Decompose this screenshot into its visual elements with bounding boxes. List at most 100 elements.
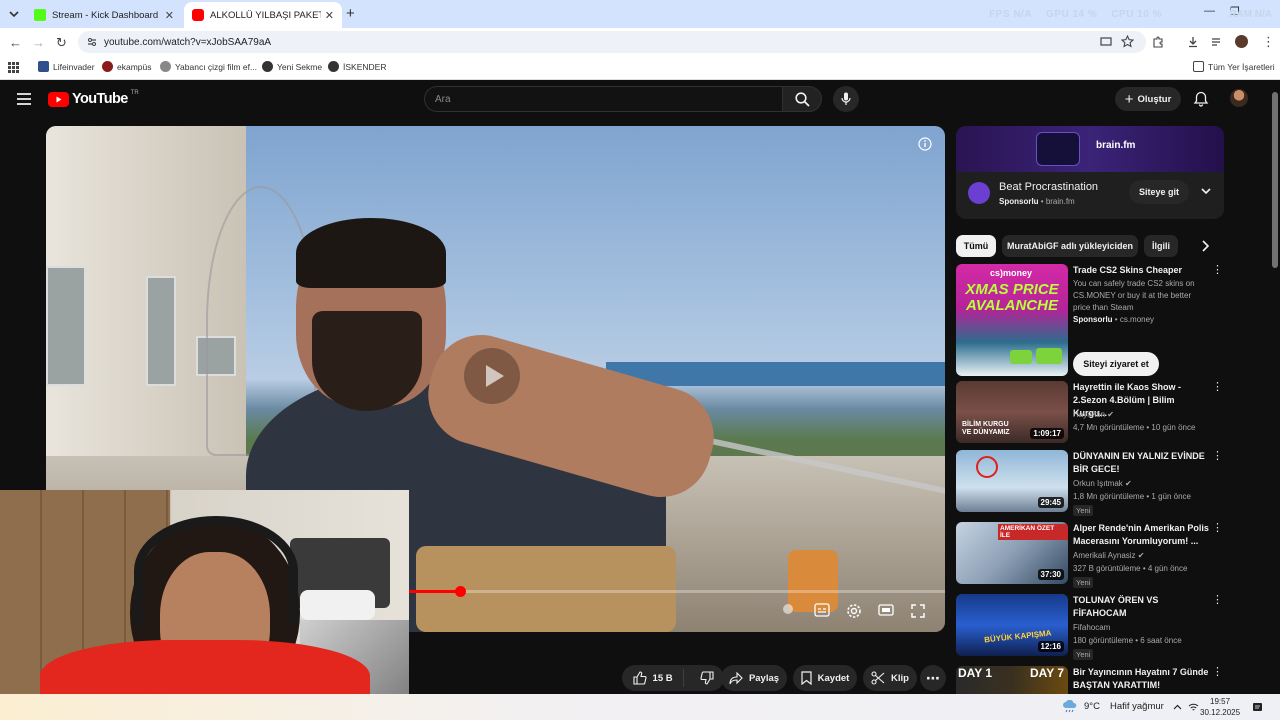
bookmark-ekampus[interactable]: ekampüs [102, 61, 152, 72]
profile-avatar-icon[interactable] [1235, 35, 1248, 48]
chip-related[interactable]: İlgili [1144, 235, 1178, 257]
chip-all[interactable]: Tümü [956, 235, 996, 257]
autoplay-toggle-icon[interactable] [782, 603, 794, 615]
video-frame-window [146, 276, 176, 386]
clock-date: 30.12.2025 [1200, 708, 1241, 717]
youtube-logo[interactable]: YouTube TR [48, 90, 139, 107]
theater-mode-icon[interactable] [878, 603, 894, 617]
more-options-icon[interactable]: ⋮ [1212, 382, 1223, 393]
video-title[interactable]: Trade CS2 Skins Cheaper [1073, 264, 1209, 277]
subtitles-icon[interactable] [814, 603, 830, 617]
bookmark-star-icon[interactable] [1121, 35, 1134, 48]
video-title[interactable]: TOLUNAY ÖREN VS FİFAHOCAM [1073, 594, 1209, 620]
new-badge: Yeni [1073, 577, 1094, 588]
ad-domain: brain.fm [1045, 197, 1075, 206]
video-thumbnail[interactable]: BÜYÜK KAPIŞMA 12:16 [956, 594, 1068, 656]
close-tab-icon[interactable]: ✕ [325, 9, 334, 22]
scrollbar-thumb[interactable] [1272, 92, 1278, 268]
more-options-icon[interactable]: ⋮ [1212, 451, 1223, 462]
video-thumbnail[interactable]: DAY 1 DAY 7 [956, 666, 1068, 694]
tray-chevron-icon[interactable] [1172, 702, 1183, 713]
channel-label: Amerikali Aynasiz [1073, 551, 1136, 560]
system-clock[interactable]: 19:57 30.12.2025 [1200, 696, 1240, 718]
notifications-bell-icon[interactable] [1193, 91, 1209, 107]
video-title[interactable]: Bir Yayıncının Hayatını 7 Günde BAŞTAN Y… [1073, 666, 1209, 692]
video-sponsor-line: Sponsorlu • cs.money [1073, 315, 1155, 324]
chevron-right-icon[interactable] [1200, 240, 1210, 252]
more-actions-button[interactable]: ⋯ [920, 665, 946, 691]
create-button[interactable]: + Oluştur [1115, 87, 1181, 111]
more-options-icon[interactable]: ⋮ [1212, 523, 1223, 534]
close-tab-icon[interactable]: ✕ [165, 9, 174, 22]
share-button[interactable]: Paylaş [721, 665, 787, 691]
sponsored-ad-card[interactable]: brain.fm Beat Procrastination Sponsorlu … [956, 126, 1224, 219]
account-avatar[interactable] [1230, 89, 1248, 107]
gpu-label: GPU [1046, 9, 1070, 20]
search-button[interactable] [782, 86, 822, 112]
create-label: Oluştur [1137, 93, 1172, 105]
lifeinvader-icon [38, 61, 49, 72]
play-overlay-icon[interactable] [464, 348, 520, 404]
tab-youtube-video[interactable]: ALKOLLÜ YILBAŞI PAKETLERİNİ ✕ [184, 2, 342, 28]
site-info-icon[interactable] [86, 36, 98, 48]
video-frame-sea [606, 362, 945, 386]
recommended-item[interactable]: AMERİKAN ÖZET İLE 37:30 Alper Rende'nin … [956, 522, 1224, 588]
download-icon[interactable] [1187, 36, 1199, 48]
info-icon[interactable] [918, 137, 932, 151]
video-thumbnail[interactable]: cs)money XMAS PRICE AVALANCHE [956, 264, 1068, 376]
clip-button[interactable]: Klip [863, 665, 917, 691]
recommended-item[interactable]: 29:45 DÜNYANIN EN YALNIZ EVİNDE BİR GECE… [956, 450, 1224, 516]
minimize-icon[interactable]: — [1204, 5, 1215, 17]
browser-menu-icon[interactable]: ⋮ [1262, 34, 1275, 50]
save-button[interactable]: Kaydet [793, 665, 857, 691]
new-tab-icon[interactable]: + [346, 5, 355, 22]
chip-uploader[interactable]: MuratAbiGF adlı yükleyiciden [1002, 235, 1138, 257]
voice-search-button[interactable] [833, 86, 859, 112]
ad-banner-device [1036, 132, 1080, 166]
bookmark-iskender[interactable]: İSKENDER [328, 61, 386, 72]
ad-banner[interactable]: brain.fm [956, 126, 1224, 172]
video-title[interactable]: DÜNYANIN EN YALNIZ EVİNDE BİR GECE! [1073, 450, 1209, 476]
video-thumbnail[interactable]: 29:45 [956, 450, 1068, 512]
forward-icon[interactable]: → [32, 35, 45, 50]
tab-search-dropdown-icon[interactable] [6, 6, 22, 22]
progress-scrubber[interactable] [454, 586, 466, 597]
media-queue-icon[interactable] [1211, 36, 1223, 48]
wifi-icon[interactable] [1188, 702, 1199, 713]
url-field[interactable]: youtube.com/watch?v=xJobSAA79aA [78, 31, 1146, 53]
settings-gear-icon[interactable] [846, 603, 862, 619]
like-button[interactable]: 15 B [622, 669, 685, 687]
recommended-item[interactable]: DAY 1 DAY 7 Bir Yayıncının Hayatını 7 Gü… [956, 666, 1224, 694]
more-options-icon[interactable]: ⋮ [1212, 595, 1223, 606]
back-icon[interactable]: ← [9, 35, 22, 50]
url-text: youtube.com/watch?v=xJobSAA79aA [104, 36, 272, 48]
apps-grid-icon[interactable] [8, 62, 19, 73]
video-thumbnail[interactable]: AMERİKAN ÖZET İLE 37:30 [956, 522, 1068, 584]
bookmark-new-tab[interactable]: Yeni Sekme [262, 61, 322, 72]
weather-widget[interactable]: 9°C Hafif yağmur [1062, 700, 1164, 713]
video-title[interactable]: Alper Rende'nin Amerikan Polis Macerasın… [1073, 522, 1209, 548]
chevron-down-icon[interactable] [1200, 186, 1212, 196]
channel-name: Orkun Işıtmak ✔ [1073, 479, 1132, 488]
channel-name: Hayrettin ✔ [1073, 410, 1114, 419]
dislike-button[interactable] [690, 671, 724, 685]
cast-icon[interactable] [1100, 36, 1112, 48]
bookmark-lifeinvader[interactable]: Lifeinvader [38, 61, 95, 72]
visit-site-button[interactable]: Siteyi ziyaret et [1073, 352, 1159, 376]
extensions-icon[interactable] [1152, 36, 1164, 48]
fullscreen-icon[interactable] [910, 603, 926, 619]
search-input[interactable]: Ara [424, 86, 782, 112]
ad-visit-button[interactable]: Siteye git [1129, 180, 1189, 204]
all-bookmarks[interactable]: Tüm Yer İşaretleri [1193, 61, 1275, 72]
video-thumbnail[interactable]: BİLİM KURGU VE DÜNYAMIZ 1:09:17 [956, 381, 1068, 443]
tab-kick-dashboard[interactable]: Stream - Kick Dashboard ✕ [26, 2, 182, 28]
more-options-icon[interactable]: ⋮ [1212, 667, 1223, 678]
reload-icon[interactable]: ↻ [56, 35, 67, 51]
more-options-icon[interactable]: ⋮ [1212, 265, 1223, 276]
bookmark-cartoon[interactable]: Yabancı çizgi film ef... [160, 61, 257, 72]
recommended-item[interactable]: BİLİM KURGU VE DÜNYAMIZ 1:09:17 Hayretti… [956, 381, 1224, 443]
recommended-item[interactable]: BÜYÜK KAPIŞMA 12:16 TOLUNAY ÖREN VS FİFA… [956, 594, 1224, 660]
notification-center-icon[interactable] [1252, 702, 1263, 713]
hamburger-menu-icon[interactable] [16, 92, 32, 106]
more-dots-icon: ⋯ [926, 669, 940, 686]
